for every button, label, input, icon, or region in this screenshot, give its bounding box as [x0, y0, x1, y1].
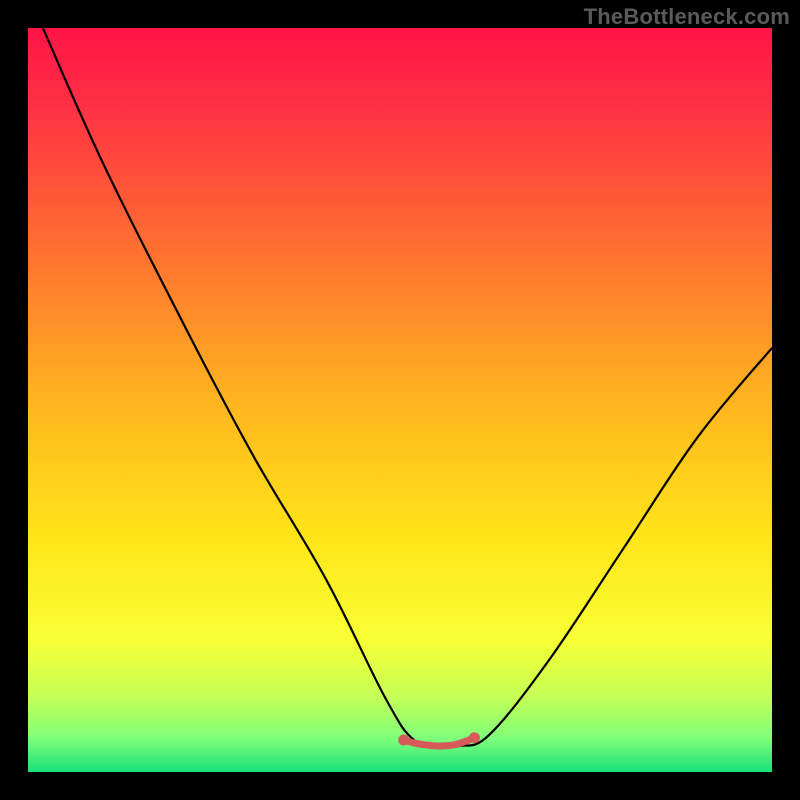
highlight-point — [469, 732, 480, 743]
highlight-point — [398, 735, 409, 746]
plot-area — [28, 28, 772, 772]
chart-container: TheBottleneck.com — [0, 0, 800, 800]
watermark-text: TheBottleneck.com — [584, 4, 790, 30]
gradient-background — [28, 28, 772, 772]
chart-svg — [28, 28, 772, 772]
